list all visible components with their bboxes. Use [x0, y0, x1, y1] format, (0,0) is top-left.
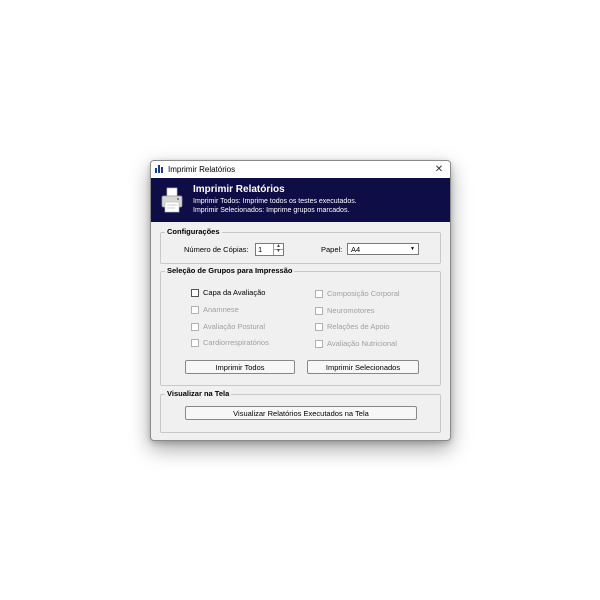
banner-title: Imprimir Relatórios	[193, 184, 285, 195]
header-banner: Imprimir Relatórios Imprimir Todos: Impr…	[151, 178, 450, 222]
print-all-button[interactable]: Imprimir Todos	[185, 360, 295, 374]
checkbox-label: Anamnese	[203, 305, 239, 314]
checkbox-avaliacao-postural: Avaliação Postural	[191, 322, 265, 331]
paper-value: A4	[351, 245, 361, 254]
spin-down-icon[interactable]: ▼	[274, 249, 283, 254]
paper-select[interactable]: A4 ▼	[347, 243, 419, 255]
screen-group-label: Visualizar na Tela	[165, 389, 232, 398]
checkbox-label: Neuromotores	[327, 306, 375, 315]
settings-group-label: Configurações	[165, 227, 222, 236]
print-selected-button[interactable]: Imprimir Selecionados	[307, 360, 419, 374]
checkbox-relacoes-apoio: Relações de Apoio	[315, 322, 390, 331]
printer-icon	[161, 187, 183, 213]
checkbox-cardiorrespiratorios: Cardiorrespiratórios	[191, 338, 269, 347]
copies-spinner[interactable]: 1 ▲ ▼	[255, 243, 284, 256]
settings-group: Configurações Número de Cópias: 1 ▲ ▼ Pa…	[160, 227, 441, 264]
checkbox-label: Relações de Apoio	[327, 322, 390, 331]
checkbox-capa-avaliacao[interactable]: Capa da Avaliação	[191, 288, 265, 297]
window-title: Imprimir Relatórios	[168, 165, 236, 174]
checkbox-label: Composição Corporal	[327, 289, 400, 298]
banner-description-print-all: Imprimir Todos: Imprime todos os testes …	[193, 198, 357, 205]
print-reports-dialog: Imprimir Relatórios ✕ Imprimir Relatório…	[150, 160, 451, 441]
chevron-down-icon[interactable]: ▼	[408, 245, 417, 253]
checkbox-label: Cardiorrespiratórios	[203, 338, 269, 347]
banner-description-print-selected: Imprimir Selecionados: Imprime grupos ma…	[193, 207, 350, 214]
view-on-screen-button[interactable]: Visualizar Relatórios Executados na Tela	[185, 406, 417, 420]
checkbox-anamnese: Anamnese	[191, 305, 239, 314]
checkbox-composicao-corporal: Composição Corporal	[315, 289, 400, 298]
copies-value[interactable]: 1	[258, 245, 262, 254]
app-icon	[155, 165, 164, 173]
copies-label: Número de Cópias:	[184, 245, 249, 254]
checkbox-label: Avaliação Nutricional	[327, 339, 397, 348]
checkbox-box	[315, 289, 323, 298]
checkbox-box	[315, 306, 323, 315]
checkbox-box	[315, 339, 323, 348]
checkbox-box	[315, 322, 323, 331]
checkbox-box	[191, 322, 199, 331]
checkbox-label: Avaliação Postural	[203, 322, 265, 331]
screen-view-group: Visualizar na Tela Visualizar Relatórios…	[160, 389, 441, 433]
groups-group-label: Seleção de Grupos para Impressão	[165, 266, 295, 275]
checkbox-avaliacao-nutricional: Avaliação Nutricional	[315, 339, 397, 348]
checkbox-box	[191, 338, 199, 347]
checkbox-label: Capa da Avaliação	[203, 288, 266, 297]
close-button[interactable]: ✕	[428, 161, 450, 178]
groups-selection-group: Seleção de Grupos para Impressão Capa da…	[160, 266, 441, 386]
checkbox-neuromotores: Neuromotores	[315, 306, 375, 315]
checkbox-box[interactable]	[191, 288, 199, 297]
title-bar: Imprimir Relatórios ✕	[151, 161, 450, 178]
checkbox-box	[191, 305, 199, 314]
paper-label: Papel:	[321, 245, 343, 254]
